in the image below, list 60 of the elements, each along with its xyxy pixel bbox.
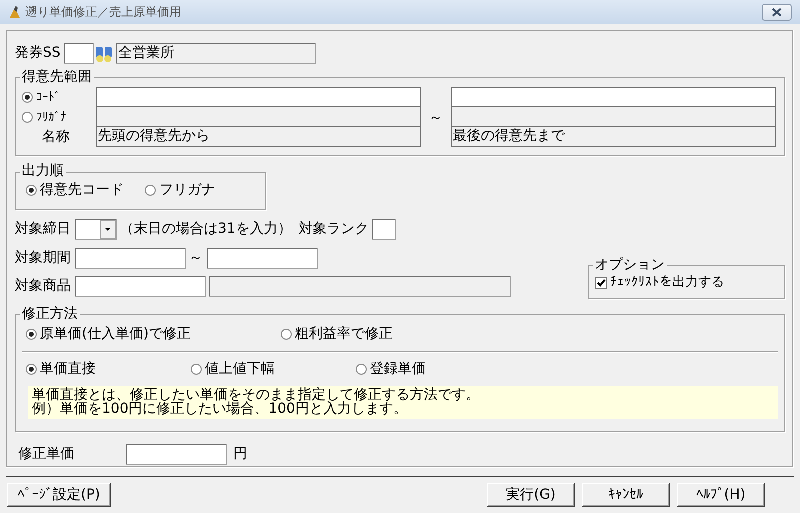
checkbox-label: ﾁｪｯｸﾘｽﾄを出力する — [610, 274, 724, 291]
radio-label: 得意先コード — [40, 182, 124, 199]
radio-button[interactable] — [145, 184, 156, 196]
field-label: 名称 — [42, 128, 70, 146]
window-title: 遡り単価修正／売上原単価用 — [26, 4, 182, 20]
dropdown-field[interactable] — [74, 218, 116, 240]
input-field[interactable] — [372, 218, 396, 240]
radio-label: 値上値下幅 — [205, 360, 275, 378]
field-label: 対象締日 — [15, 220, 71, 238]
group-title: 修正方法 — [21, 306, 79, 322]
dialog-button[interactable]: ｷｬﾝｾﾙ — [582, 483, 670, 507]
radio-label: ｺｰﾄﾞ — [36, 90, 60, 105]
radio-button[interactable] — [22, 112, 33, 123]
input-field[interactable] — [96, 87, 421, 108]
group-title: 出力順 — [21, 164, 65, 180]
checkbox[interactable] — [595, 276, 607, 289]
input-field[interactable] — [96, 107, 421, 128]
range-separator: ～ — [188, 250, 204, 266]
input-field[interactable] — [74, 276, 206, 297]
radio-label: 原単価(仕入単価)で修正 — [40, 326, 191, 343]
radio-label: 単価直接 — [40, 360, 96, 378]
display-field[interactable] — [208, 276, 510, 297]
dialog-button[interactable]: ﾍﾙﾌﾟ(H) — [677, 483, 765, 507]
group-title: 得意先範囲 — [21, 70, 93, 86]
field-label: 修正単価 — [18, 446, 76, 463]
radio-label: フリガナ — [160, 182, 216, 199]
radio-button[interactable] — [280, 328, 292, 340]
radio-button[interactable] — [190, 364, 202, 375]
radio-label: ﾌﾘｶﾞﾅ — [36, 110, 66, 125]
group-title: オプション — [594, 258, 666, 273]
description-text: 単価直接とは、修正したい単価をそのまま指定して修正する方法です。 例）単価を100円に修正したい場合、100円と入力します。 — [28, 386, 778, 419]
field-label: 対象期間 — [15, 250, 71, 266]
input-field[interactable] — [74, 248, 186, 269]
radio-label: 粗利益率で修正 — [295, 326, 393, 343]
input-field[interactable] — [451, 87, 776, 108]
input-field[interactable] — [206, 248, 318, 269]
close-icon — [771, 8, 783, 16]
input-field[interactable] — [126, 444, 226, 465]
display-field: 最後の得意先まで — [451, 127, 776, 148]
unit-label: 円 — [234, 446, 248, 463]
dialog-button[interactable]: 実行(G) — [487, 483, 575, 507]
radio-button[interactable] — [356, 364, 366, 375]
dropdown-icon[interactable] — [100, 220, 116, 239]
app-icon — [8, 4, 22, 19]
field-label: 対象ランク — [298, 220, 369, 238]
close-button[interactable] — [762, 4, 792, 20]
radio-button[interactable] — [26, 328, 36, 340]
radio-label: 登録単価 — [370, 360, 426, 378]
field-label: 対象商品 — [15, 278, 71, 294]
dialog-button[interactable]: ﾍﾟｰｼﾞ設定(P) — [7, 483, 112, 507]
range-separator: ～ — [428, 108, 444, 128]
radio-button[interactable] — [26, 184, 36, 196]
display-field: 全営業所 — [116, 43, 316, 64]
display-field: 先頭の得意先から — [96, 127, 421, 148]
radio-button[interactable] — [26, 364, 36, 375]
code-field[interactable] — [64, 43, 94, 64]
field-label: 発券SS — [15, 45, 61, 62]
input-field[interactable] — [451, 107, 776, 128]
radio-button[interactable] — [22, 92, 33, 103]
hint-text: （末日の場合は31を入力） — [120, 220, 292, 238]
